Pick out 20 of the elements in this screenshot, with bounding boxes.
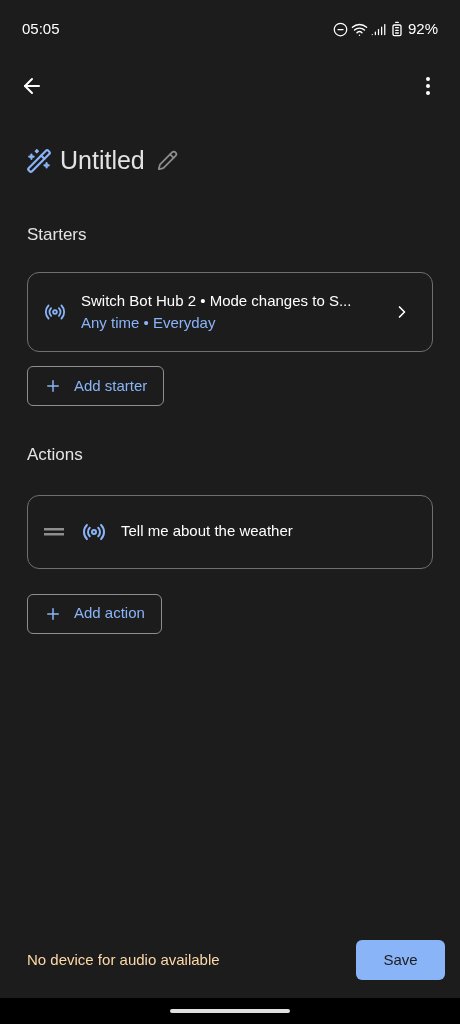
starter-subtitle: Any time • Everyday [81,313,217,333]
do-not-disturb-icon [332,21,348,37]
save-button[interactable]: Save [356,940,445,980]
section-heading: Starters [27,223,88,246]
action-title: Tell me about the weather [121,521,293,542]
action-card[interactable]: Tell me about the weather [27,494,433,569]
starter-title: Switch Bot Hub 2 • Mode changes to S... [81,290,353,311]
audio-warning: No device for audio available [27,949,220,970]
add-starter-button[interactable]: Add starter [27,366,165,406]
magic-wand-icon [26,147,52,174]
battery-level: 92% [407,18,438,39]
drag-handle-icon[interactable] [44,527,64,536]
starter-card[interactable]: Switch Bot Hub 2 • Mode changes to S... Any time • Everyday [27,272,433,352]
section-heading: Actions [27,444,84,466]
status-time: 05:05 [22,18,60,39]
automation-title: Untitled [60,145,145,176]
plus-icon [44,377,62,395]
edit-icon[interactable] [156,150,178,172]
add-action-button[interactable]: Add action [27,593,162,634]
signal-icon [370,21,386,37]
